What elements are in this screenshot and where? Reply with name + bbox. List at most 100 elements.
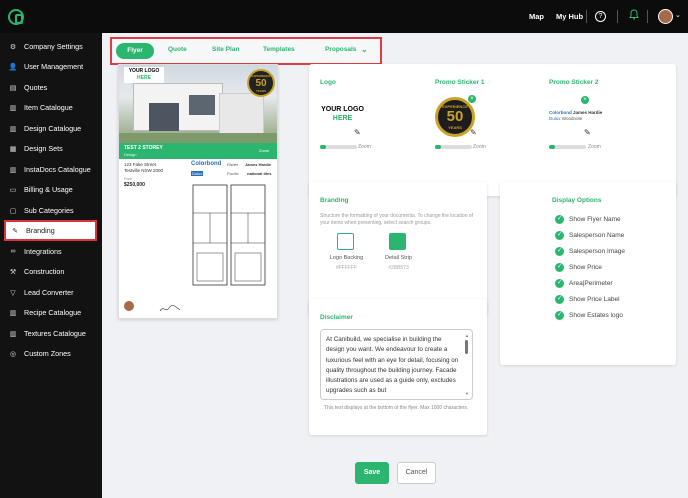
sidebar-item-custom-zones[interactable]: ◎ Custom Zones [4,344,97,363]
scroll-down-icon[interactable]: ▼ [465,391,469,396]
layers-icon: ▦ [9,145,17,153]
check-icon: ✓ [555,247,564,256]
disclaimer-helper: This text displays at the bottom of the … [324,405,469,411]
logo-backing-swatch[interactable] [337,233,354,250]
divider [586,10,587,23]
book-icon: ▥ [9,309,17,317]
book-icon: ▥ [9,330,17,338]
tab-flyer[interactable]: Flyer [116,43,154,59]
display-option-salesperson-name[interactable]: ✓ Salesperson Name [555,231,624,240]
hammer-icon: ⚒ [9,268,17,276]
logo-preview: YOUR LOGO HERE [321,106,364,122]
check-icon: ✓ [555,295,564,304]
bell-icon[interactable] [627,9,641,23]
check-icon: ✓ [555,311,564,320]
check-icon: ✓ [555,231,564,240]
promo-sticker-1-title: Promo Sticker 1 [435,79,485,86]
book-icon: ▥ [9,166,17,174]
book-icon: ▥ [9,125,17,133]
scroll-up-icon[interactable]: ▲ [465,333,469,338]
display-options-title: Display Options [552,197,602,204]
save-button[interactable]: Save [355,462,389,484]
display-options-card: Display Options ✓ Show Flyer Name ✓ Sale… [500,182,676,365]
logo-zoom-slider[interactable] [320,145,357,149]
tab-templates[interactable]: Templates [263,46,295,53]
promo-2-zoom-slider[interactable] [549,145,586,149]
check-icon: ✓ [555,215,564,224]
map-link[interactable]: Map [529,12,544,21]
promo-sticker-2-title: Promo Sticker 2 [549,79,599,86]
branding-card: Branding Structure the formatting of you… [309,182,487,315]
display-option-show-price[interactable]: ✓ Show Price [555,263,602,272]
sidebar-item-construction[interactable]: ⚒ Construction [4,262,97,281]
remove-sticker-2-icon[interactable]: × [581,96,589,104]
user-icon: 👤 [8,63,18,71]
disclaimer-title: Disclaimer [320,314,353,321]
sidebar-item-integrations[interactable]: ∞ Integrations [4,242,97,261]
edit-logo-icon[interactable]: ✎ [354,128,361,137]
flyer-promo-sticker: EXPERIENCE 50 YEARS [247,69,275,97]
promo-sticker-2-preview: Colorbond James Hardie Dulux Woodnote [549,110,603,121]
sidebar-item-billing-usage[interactable]: ▭ Billing & Usage [4,180,97,199]
gear-icon: ⚙ [9,43,17,51]
flyer-logo: YOUR LOGO HERE [124,67,164,83]
branding-title: Branding [320,197,349,204]
link-icon: ∞ [10,248,16,255]
sidebar-item-design-catalogue[interactable]: ▥ Design Catalogue [4,119,97,138]
divider [617,10,618,23]
card-icon: ▭ [9,186,17,194]
disclaimer-card: Disclaimer At Canibuild, we specialise i… [309,299,487,435]
funnel-icon: ▽ [10,289,16,297]
tab-quote[interactable]: Quote [168,46,187,53]
signature-image [159,305,181,312]
display-option-salesperson-image[interactable]: ✓ Salesperson Image [555,247,625,256]
promo-1-zoom-slider[interactable] [435,145,472,149]
main-content: Flyer Quote Site Plan Templates Proposal… [102,33,688,498]
disclaimer-textarea[interactable]: At Canibuild, we specialise in building … [320,329,473,400]
book-icon: ▥ [9,104,17,112]
sidebar-item-recipe-catalogue[interactable]: ▥ Recipe Catalogue [4,303,97,322]
display-option-area-perimeter[interactable]: ✓ Area|Perimeter [555,279,613,288]
sidebar-item-instadocs-catalogue[interactable]: ▥ InstaDocs Catalogue [4,160,97,179]
sidebar-item-company-settings[interactable]: ⚙ Company Settings [4,37,97,56]
sidebar-item-textures-catalogue[interactable]: ▥ Textures Catalogue [4,324,97,343]
sidebar-item-sub-categories[interactable]: ▢ Sub Categories [4,201,97,220]
edit-sticker-2-icon[interactable]: ✎ [584,128,591,137]
sidebar-item-branding[interactable]: ✎ Branding [4,220,97,241]
branding-description: Structure the formatting of your documen… [320,213,474,226]
my-hub-link[interactable]: My Hub [556,12,583,21]
divider [647,10,648,23]
cancel-button[interactable]: Cancel [397,462,436,484]
flyer-preview: YOUR LOGO HERE EXPERIENCE 50 YEARS TEST … [118,64,278,319]
textarea-scrollbar[interactable] [465,340,468,354]
help-icon[interactable]: ? [595,11,606,22]
sidebar-item-quotes[interactable]: ▤ Quotes [4,78,97,97]
sidebar-item-design-sets[interactable]: ▦ Design Sets [4,139,97,158]
promo-sticker-1-preview: EXPERIENCE 50 YEARS [435,97,475,137]
floor-plan [192,184,266,286]
salesperson-avatar [124,301,134,311]
avatar[interactable] [658,9,673,24]
tab-proposals[interactable]: Proposals [325,46,356,53]
check-icon: ✓ [555,279,564,288]
remove-sticker-1-icon[interactable]: × [468,95,476,103]
top-bar: Map My Hub ? ⌄ [0,0,688,33]
sidebar-item-item-catalogue[interactable]: ▥ Item Catalogue [4,98,97,117]
display-option-show-estates-logo[interactable]: ✓ Show Estates logo [555,311,623,320]
sidebar: ⚙ Company Settings 👤 User Management ▤ Quot… [0,33,102,498]
flyer-address: 123 Fake Street Testville NSW 2000 [124,162,164,173]
brush-icon: ✎ [12,227,18,235]
sidebar-item-lead-converter[interactable]: ▽ Lead Converter [4,283,97,302]
check-icon: ✓ [555,263,564,272]
folder-icon: ▢ [9,207,17,215]
display-option-show-price-label[interactable]: ✓ Show Price Label [555,295,620,304]
tab-site-plan[interactable]: Site Plan [212,46,239,53]
detail-strip-swatch[interactable] [389,233,406,250]
tab-bar: Flyer Quote Site Plan Templates Proposal… [110,37,382,65]
chevron-down-icon[interactable]: ⌄ [675,11,681,19]
app-logo-icon[interactable] [8,9,24,25]
sidebar-item-user-management[interactable]: 👤 User Management [4,57,97,76]
display-option-show-flyer-name[interactable]: ✓ Show Flyer Name [555,215,621,224]
chevron-down-icon[interactable]: ⌄ [361,45,368,54]
edit-sticker-1-icon[interactable]: ✎ [470,128,477,137]
